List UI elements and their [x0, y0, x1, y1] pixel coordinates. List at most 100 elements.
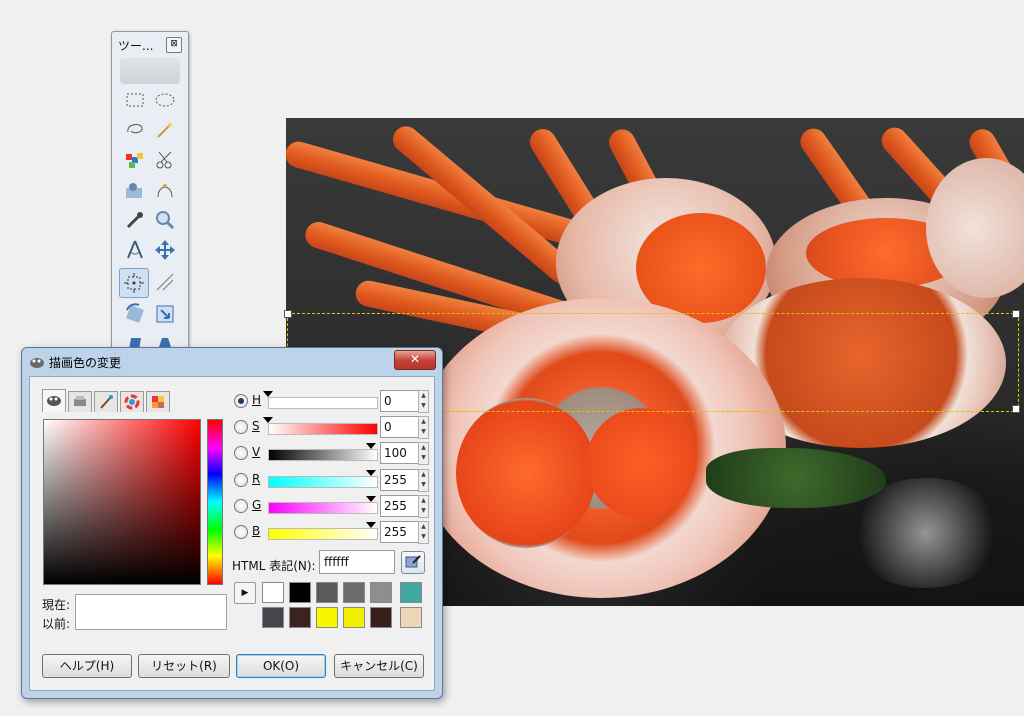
channel-radio-s[interactable]	[234, 420, 248, 434]
wilber-drop-area-icon[interactable]	[120, 58, 180, 84]
history-color[interactable]	[289, 582, 311, 603]
channel-radio-r[interactable]	[234, 473, 248, 487]
channel-label-h: H	[252, 393, 262, 407]
channel-radio-v[interactable]	[234, 446, 248, 460]
history-color[interactable]	[400, 582, 422, 603]
free-select-icon[interactable]	[123, 118, 147, 142]
zoom-icon[interactable]	[153, 208, 177, 232]
history-add-arrow-icon[interactable]: ▶	[234, 582, 256, 604]
channel-slider-r[interactable]	[268, 476, 378, 488]
spin-arrows-icon[interactable]: ▲ ▼	[418, 495, 429, 518]
history-color[interactable]	[370, 607, 392, 628]
fuzzy-select-icon[interactable]	[153, 118, 177, 142]
history-color[interactable]	[400, 607, 422, 628]
html-notation-input[interactable]: ffffff	[319, 550, 395, 574]
dialog-title: 描画色の変更	[49, 356, 122, 370]
measure-icon[interactable]	[123, 238, 147, 262]
channel-spin-s[interactable]: 0	[380, 416, 419, 438]
history-color[interactable]	[262, 607, 284, 628]
history-color[interactable]	[262, 582, 284, 603]
toolbox-close-button[interactable]: ⊠	[166, 37, 182, 53]
crab-roe	[456, 398, 596, 548]
ok-button[interactable]: OK(O)	[236, 654, 326, 678]
wheel-selector-icon[interactable]	[120, 391, 144, 412]
channel-label-v: V	[252, 445, 261, 459]
history-color[interactable]	[316, 582, 338, 603]
channel-slider-b[interactable]	[268, 528, 378, 540]
slider-marker-icon[interactable]	[366, 522, 376, 528]
channel-spin-h[interactable]: 0	[380, 390, 419, 412]
crop-icon[interactable]	[153, 270, 177, 294]
slider-marker-icon[interactable]	[263, 417, 273, 423]
cmyk-selector-icon[interactable]	[68, 391, 92, 412]
toolbox-title: ツー...	[118, 39, 154, 53]
history-color[interactable]	[289, 607, 311, 628]
channel-spin-g[interactable]: 255	[380, 495, 419, 517]
help-button[interactable]: ヘルプ(H)	[42, 654, 132, 678]
gimp-selector-icon[interactable]	[42, 389, 66, 412]
color-select-icon[interactable]	[123, 148, 147, 172]
selection-handle[interactable]	[1012, 405, 1020, 413]
history-color[interactable]	[370, 582, 392, 603]
dialog-client-area: 現在: 以前: H 0 ▲ ▼ S 0 ▲ ▼ V 100 ▲ ▼ R 255 …	[29, 376, 435, 691]
spin-arrows-icon[interactable]: ▲ ▼	[418, 390, 429, 413]
channel-slider-h[interactable]	[268, 397, 378, 409]
slider-marker-icon[interactable]	[263, 391, 273, 397]
spin-arrows-icon[interactable]: ▲ ▼	[418, 442, 429, 465]
channel-spin-b[interactable]: 255	[380, 521, 419, 543]
screen-picker-button[interactable]	[401, 551, 425, 574]
scale-icon[interactable]	[153, 302, 177, 326]
channel-label-b: B	[252, 524, 261, 538]
spin-arrows-icon[interactable]: ▲ ▼	[418, 469, 429, 492]
channel-label-r: R	[252, 472, 261, 486]
reset-button[interactable]: リセット(R)	[138, 654, 230, 678]
watercolor-selector-icon[interactable]	[94, 391, 118, 412]
channel-spin-v[interactable]: 100	[380, 442, 419, 464]
leaf	[706, 448, 886, 508]
selection-handle[interactable]	[284, 310, 292, 318]
spin-arrows-icon[interactable]: ▲ ▼	[418, 416, 429, 439]
current-color-label: 現在:	[42, 598, 71, 612]
selection-handle[interactable]	[1012, 310, 1020, 318]
channel-radio-b[interactable]	[234, 525, 248, 539]
history-color[interactable]	[316, 607, 338, 628]
plate-highlight	[846, 478, 1006, 588]
dialog-close-button[interactable]: ✕	[394, 350, 436, 370]
cancel-button[interactable]: キャンセル(C)	[334, 654, 424, 678]
hue-strip[interactable]	[207, 419, 223, 585]
current-previous-swatch	[75, 594, 227, 630]
slider-marker-icon[interactable]	[366, 496, 376, 502]
rotate-icon[interactable]	[123, 302, 147, 326]
fg-color-dialog: 描画色の変更 ✕ 現在: 以前: H 0 ▲ ▼ S 0 ▲ ▼ V 100 ▲…	[21, 347, 443, 699]
move-icon[interactable]	[153, 238, 177, 262]
eyedropper-icon	[405, 555, 421, 568]
slider-marker-icon[interactable]	[366, 443, 376, 449]
color-picker-icon[interactable]	[123, 208, 147, 232]
ellipse-select-icon[interactable]	[153, 88, 177, 112]
slider-marker-icon[interactable]	[366, 470, 376, 476]
channel-spin-r[interactable]: 255	[380, 469, 419, 491]
paths-icon[interactable]	[153, 178, 177, 202]
channel-label-g: G	[252, 498, 262, 512]
saturation-value-area[interactable]	[43, 419, 201, 585]
channel-slider-v[interactable]	[268, 449, 378, 461]
dialog-titlebar[interactable]: 描画色の変更 ✕	[22, 348, 442, 376]
align-icon[interactable]	[119, 268, 149, 298]
spin-arrows-icon[interactable]: ▲ ▼	[418, 521, 429, 544]
rect-select-icon[interactable]	[123, 88, 147, 112]
toolbox-window: ツー... ⊠	[111, 31, 189, 363]
channel-radio-g[interactable]	[234, 499, 248, 513]
previous-color-label: 以前:	[42, 617, 71, 631]
gimp-icon	[30, 358, 44, 368]
html-notation-label: HTML 表記(N):	[232, 559, 316, 573]
palette-selector-icon[interactable]	[146, 391, 170, 412]
channel-slider-s[interactable]	[268, 423, 378, 435]
scissors-select-icon[interactable]	[153, 148, 177, 172]
channel-radio-h[interactable]	[234, 394, 248, 408]
history-color[interactable]	[343, 607, 365, 628]
foreground-select-icon[interactable]	[123, 178, 147, 202]
channel-label-s: S	[252, 419, 260, 433]
channel-slider-g[interactable]	[268, 502, 378, 514]
crab-roe	[586, 408, 696, 518]
history-color[interactable]	[343, 582, 365, 603]
